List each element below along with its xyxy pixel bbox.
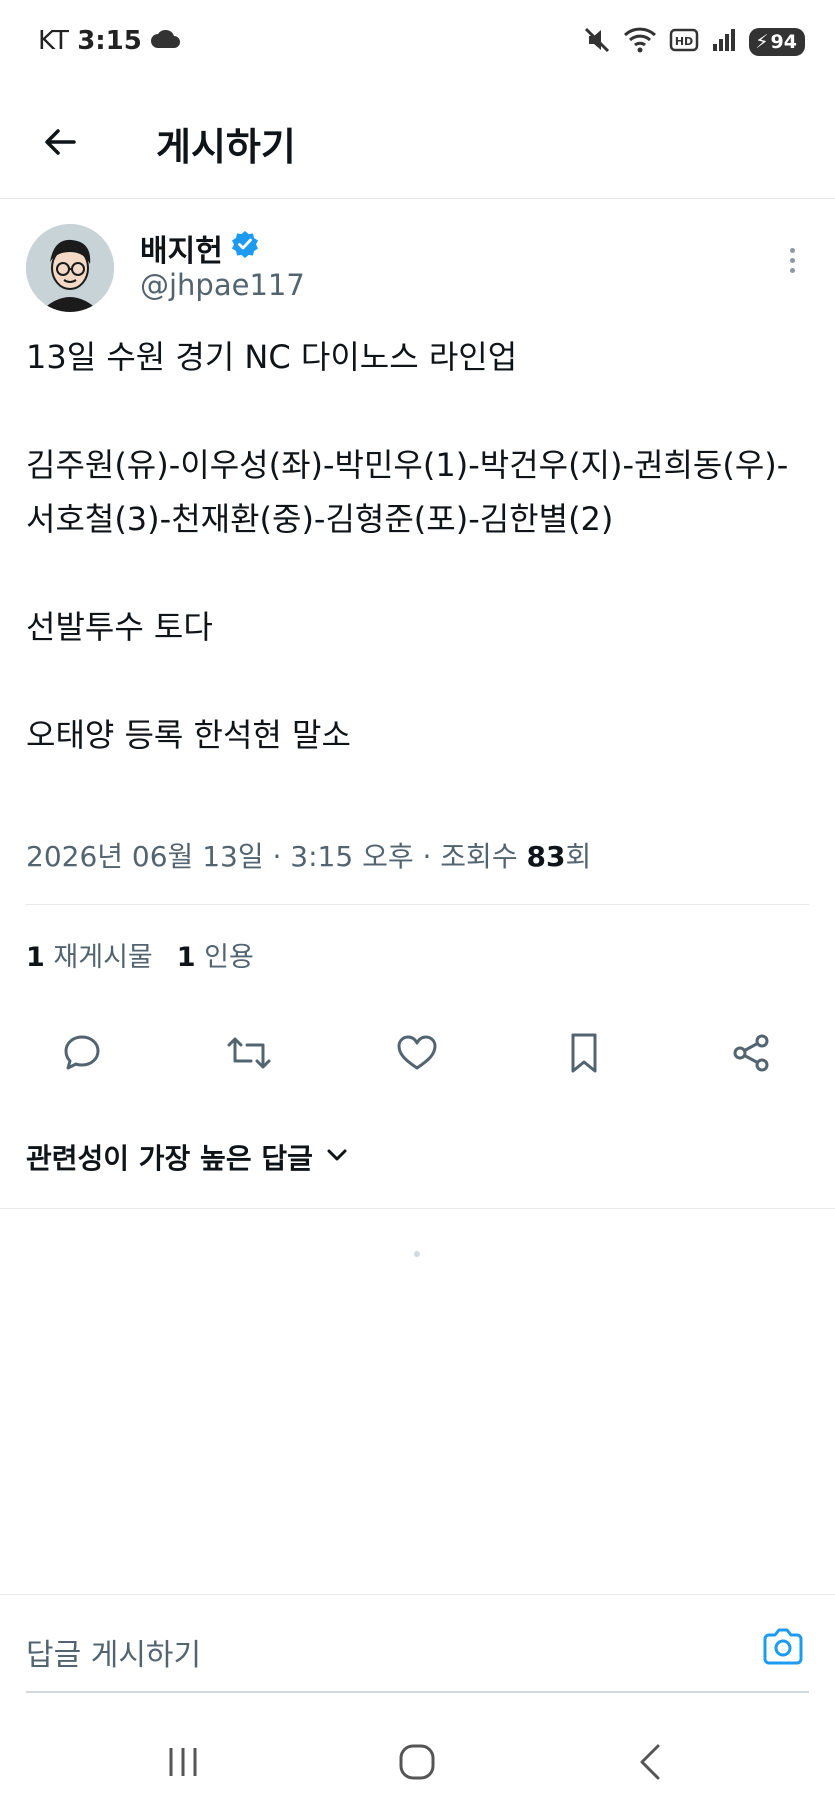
verified-badge-icon xyxy=(231,230,259,266)
mute-icon xyxy=(583,26,611,58)
tweet-line-lineup: 김주원(유)-이우성(좌)-박민우(1)-박건우(지)-권희동(우)-서호철(3… xyxy=(26,446,789,538)
status-bar: KT 3:15 HD ⚡ 94 xyxy=(0,0,835,88)
more-options-icon[interactable] xyxy=(772,240,812,280)
tweet-line-pitcher: 선발투수 토다 xyxy=(26,608,213,646)
repost-icon xyxy=(225,1031,273,1079)
page-title: 게시하기 xyxy=(156,125,296,169)
divider xyxy=(0,1594,835,1595)
home-icon xyxy=(397,1742,437,1786)
share-button[interactable] xyxy=(721,1025,781,1085)
like-button[interactable] xyxy=(387,1025,447,1085)
divider xyxy=(26,904,809,905)
share-icon xyxy=(729,1031,773,1079)
svg-text:HD: HD xyxy=(675,35,693,48)
reposts-stat[interactable]: 1 재게시물 xyxy=(26,942,153,973)
chevron-left-icon xyxy=(636,1742,666,1786)
reply-input-underline xyxy=(26,1691,809,1693)
battery-icon: ⚡ 94 xyxy=(749,28,805,56)
author-name-text: 배지헌 xyxy=(140,234,223,269)
author-name[interactable]: 배지헌 xyxy=(140,226,259,270)
tweet-line-title: 13일 수원 경기 NC 다이노스 라인업 xyxy=(26,338,518,376)
status-icons: HD ⚡ 94 xyxy=(583,24,805,60)
camera-icon xyxy=(761,1627,805,1671)
cloud-icon xyxy=(150,26,181,57)
camera-button[interactable] xyxy=(758,1626,808,1672)
tweet-meta: 2026년 06월 13일 · 3:15 오후 · 조회수 83회 xyxy=(26,840,592,873)
signal-icon xyxy=(711,27,737,57)
reply-icon xyxy=(60,1031,104,1079)
top-app-bar: 게시하기 xyxy=(0,88,835,199)
back-button[interactable] xyxy=(28,112,92,176)
wifi-icon xyxy=(623,26,657,58)
tweet-line-roster: 오태양 등록 한석현 말소 xyxy=(26,716,351,754)
hd-icon: HD xyxy=(669,27,699,57)
reply-sort-dropdown[interactable]: 관련성이 가장 높은 답글 xyxy=(26,1137,349,1177)
quotes-stat[interactable]: 1 인용 xyxy=(177,942,254,973)
author-handle[interactable]: @jhpae117 xyxy=(140,268,305,302)
reply-sort-label: 관련성이 가장 높은 답글 xyxy=(26,1142,313,1175)
recent-apps-button[interactable] xyxy=(143,1736,223,1792)
reply-button[interactable] xyxy=(52,1025,112,1085)
status-time: 3:15 xyxy=(77,26,142,56)
like-icon xyxy=(395,1031,439,1079)
status-carrier: KT 3:15 xyxy=(38,26,181,57)
loading-indicator xyxy=(414,1251,420,1257)
avatar[interactable] xyxy=(26,224,114,312)
repost-button[interactable] xyxy=(219,1025,279,1085)
divider xyxy=(0,1208,835,1209)
chevron-down-icon xyxy=(325,1141,349,1174)
recent-apps-icon xyxy=(163,1744,203,1784)
bookmark-button[interactable] xyxy=(554,1025,614,1085)
home-button[interactable] xyxy=(377,1736,457,1792)
system-back-button[interactable] xyxy=(611,1736,691,1792)
arrow-left-icon xyxy=(42,124,78,164)
engagement-stats: 1 재게시물 1 인용 xyxy=(26,935,254,974)
bookmark-icon xyxy=(564,1031,604,1079)
view-count: 83 xyxy=(526,840,566,873)
tweet-text: 13일 수원 경기 NC 다이노스 라인업 김주원(유)-이우성(좌)-박민우(… xyxy=(26,330,816,762)
reply-input[interactable]: 답글 게시하기 xyxy=(26,1630,201,1674)
